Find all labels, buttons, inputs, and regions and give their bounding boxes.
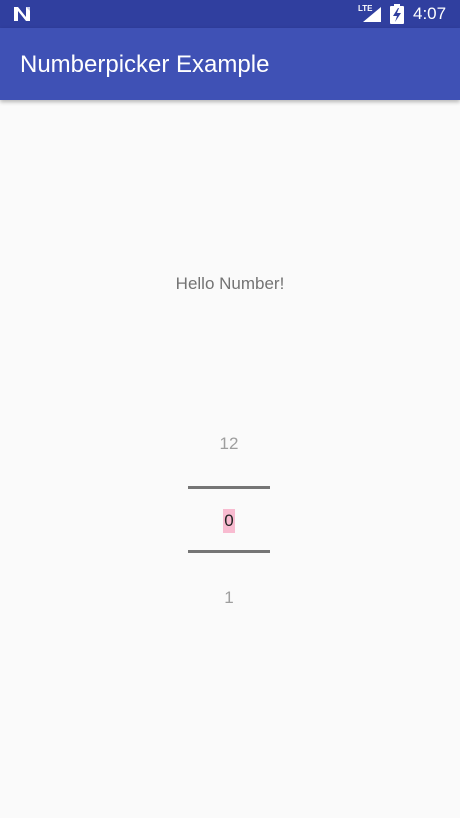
signal-icon [363,7,381,22]
picker-current-value[interactable]: 0 [223,509,235,533]
greeting-text: Hello Number! [175,274,285,293]
n-logo-icon [14,7,30,21]
app-title: Numberpicker Example [20,51,270,78]
picker-next-value[interactable]: 1 [188,587,270,609]
app-bar: Numberpicker Example [0,28,460,100]
picker-previous-value[interactable]: 12 [188,433,270,455]
picker-divider-top [188,486,270,489]
battery-charging-icon [390,4,404,24]
picker-divider-bottom [188,550,270,553]
status-clock: 4:07 [413,4,447,23]
status-bar: LTE 4:07 [0,0,460,28]
picker-current-wrapper: 0 [188,509,270,533]
main-content: Hello Number! 12 0 1 [0,100,460,818]
number-picker[interactable]: 12 0 1 [188,420,270,618]
